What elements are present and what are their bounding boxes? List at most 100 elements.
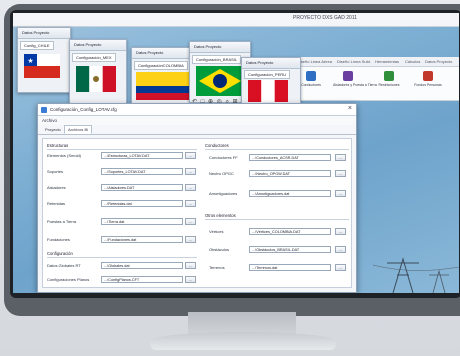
ribbon-button-fondos[interactable]: Fondos Personas [413,71,443,87]
svg-text:★: ★ [27,57,33,65]
file-path-input[interactable]: ...\Obstáculos_BRASIL.DAT [249,246,331,253]
dialog-titlebar: Configuración_Config_LOTAV.cfg × [38,104,356,116]
file-path-input[interactable]: ...\Neutro_OPGW.DAT [249,170,331,177]
field-label: Vértices [209,229,224,234]
window-mexico[interactable]: Datos Proyecto Configuración_MEX [69,39,127,105]
tab-proyecto[interactable]: Proyecto [42,126,64,133]
file-path-input[interactable]: ...\Estructuras_LOTAV.DAT [101,152,183,159]
dialog-tabs: Proyecto Archivos Bi [38,125,356,135]
file-path-input[interactable]: ...\Amortiguadores.dat [249,190,331,197]
stage: PROYECTO DXS GAD 2011 Datos Proyecto Dis… [0,0,460,356]
ribbon-tab-diseno-subt[interactable]: Diseño Línea Subt. [337,59,371,64]
file-path-input[interactable]: ...\Tierra.dat [101,218,183,225]
file-path-input[interactable]: ...\Aisladores.DAT [101,184,183,191]
window-tab-label[interactable]: ConfiguraciónCOLOMBIA [134,61,188,70]
browse-button[interactable]: ... [335,190,346,197]
browse-button[interactable]: ... [185,184,196,191]
browse-button[interactable]: ... [335,228,346,235]
browse-button[interactable]: ... [185,152,196,159]
field-label: Conductores FF [209,155,238,160]
ribbon-button-label: Conductores [301,83,321,87]
person-icon [423,71,433,81]
window-title: Datos Proyecto [246,60,274,65]
field-label: Retenidas [47,201,66,206]
window-title: Datos Proyecto [22,30,50,35]
browse-button[interactable]: ... [335,170,346,177]
dialog-title: Configuración_Config_LOTAV.cfg [50,107,117,112]
conductor-icon [306,71,316,81]
field-label: Aisladores [47,185,66,190]
window-tab-label[interactable]: Configuración_BRASIL [192,55,242,64]
section-title-estructuras: Estructuras [47,143,69,148]
window-chile[interactable]: Datos Proyecto Config_CHILE ★ [17,27,71,93]
window-title: Datos Proyecto [74,42,102,47]
flag-peru-icon [248,80,288,102]
browse-button[interactable]: ... [185,236,196,243]
section-divider [47,257,197,258]
field-label: Configuraciones Planos [47,277,90,282]
app-titlebar: PROYECTO DXS GAD 2011 [13,13,459,27]
power-tower-graphic [373,257,459,293]
ribbon-tab-datos-proyecto-2[interactable]: Datos Proyecto [425,59,452,64]
field-label: Neutro OPGC [209,171,234,176]
browse-button[interactable]: ... [335,246,346,253]
flag-colombia-icon [136,72,190,100]
dialog-body: Estructuras Elementos (Smold) ...\Estruc… [42,138,352,288]
window-peru[interactable]: Datos Proyecto Configuración_PERU [241,57,301,105]
window-colombia[interactable]: Datos Proyecto ConfiguraciónCOLOMBIA ↶ □… [131,47,195,109]
ribbon-tab-calculos[interactable]: Cálculos [405,59,420,64]
app-title: PROYECTO DXS GAD 2011 [293,15,358,21]
field-label: Puestas a Tierra [47,219,77,224]
field-label: Terrenos [209,265,225,270]
ribbon-button-aisladores[interactable]: Aisladores y Puesta a Tierra [333,71,377,87]
window-title: Datos Proyecto [194,44,222,49]
field-label: Datos Globales RT [47,263,81,268]
app-icon [41,107,47,113]
file-path-input[interactable]: ...\Globales.dat [101,262,183,269]
browse-button[interactable]: ... [185,262,196,269]
section-divider [47,149,197,150]
window-tab-label[interactable]: Configuración_PERU [244,70,291,79]
ribbon-button-restricciones[interactable]: Restricciones [377,71,401,87]
flag-mexico-icon [76,66,116,92]
ribbon-tab-herramientas[interactable]: Herramientas [375,59,399,64]
browse-button[interactable]: ... [185,276,196,283]
dialog-menu-archivo[interactable]: Archivo [38,116,356,125]
file-path-input[interactable]: ...\ConfigPlanos.CFT [101,276,183,283]
ribbon-button-label: Aisladores y Puesta a Tierra [333,83,377,87]
insulator-icon [343,71,353,81]
ribbon-button-label: Restricciones [378,83,400,87]
file-path-input[interactable]: ...\Terrenos.dat [249,264,331,271]
field-label: Obstáculos [209,247,230,252]
browse-button[interactable]: ... [335,264,346,271]
browse-button[interactable]: ... [185,218,196,225]
field-label: Elementos (Smold) [47,153,82,158]
field-label: Fundaciones [47,237,70,242]
file-path-input[interactable]: ...\Retenidas.dat [101,200,183,207]
file-path-input[interactable]: ...\Conductores_ACSR.DAT [249,154,331,161]
field-label: Soportes [47,169,64,174]
window-title: Datos Proyecto [136,50,164,55]
section-divider [205,149,349,150]
window-tab-label[interactable]: Configuración_MEX [72,53,116,62]
field-label: Amortiguadores [209,191,238,196]
ribbon-button-conductores[interactable]: Conductores [299,71,323,87]
ribbon-tab-diseno-aerea[interactable]: Diseño Linea Aérea [297,59,332,64]
flag-chile-icon: ★ [24,54,60,78]
section-title-conductores: Conductores [205,143,229,148]
window-tab-label[interactable]: Config_CHILE [20,41,54,50]
browse-button[interactable]: ... [335,154,346,161]
configuration-dialog: Configuración_Config_LOTAV.cfg × Archivo… [37,103,357,293]
browse-button[interactable]: ... [185,200,196,207]
file-path-input[interactable]: ...\Vértices_COLOMBIA.DAT [249,228,331,235]
ribbon-button-label: Fondos Personas [414,83,442,87]
section-title-otros: Otros elementos [205,213,236,218]
flag-brazil-icon [196,66,244,96]
tab-archivos[interactable]: Archivos Bi [64,125,93,134]
file-path-input[interactable]: ...\Soportes_LOTAV.DAT [101,168,183,175]
screen: PROYECTO DXS GAD 2011 Datos Proyecto Dis… [13,13,459,293]
monitor-stand-base [150,332,336,350]
file-path-input[interactable]: ...\Fundaciones.dat [101,236,183,243]
browse-button[interactable]: ... [185,168,196,175]
close-icon[interactable]: × [348,105,352,112]
